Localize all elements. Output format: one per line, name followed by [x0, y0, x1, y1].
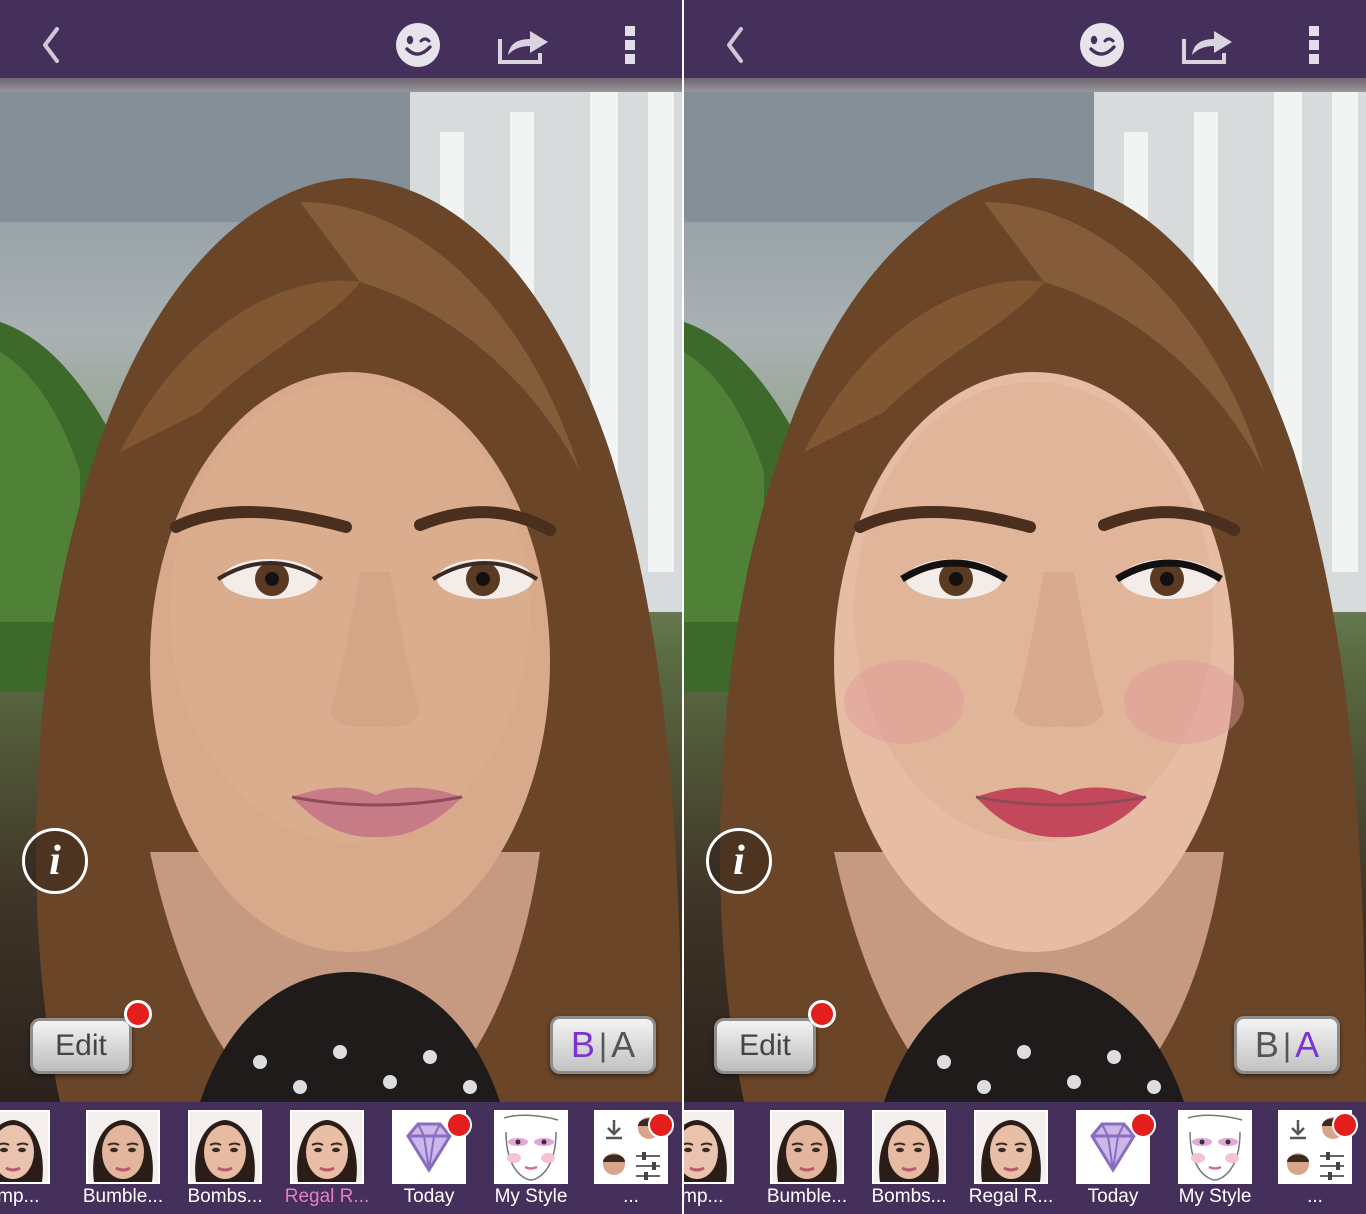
before-after-separator: | [1282, 1026, 1292, 1063]
look-thumbnail[interactable]: Bumble... [767, 1110, 847, 1212]
after-panel: i Edit B | A amp... Bumble... Bombs... R… [684, 0, 1366, 1214]
info-button[interactable]: i [22, 828, 88, 894]
look-thumbnail[interactable]: Bombs... [188, 1110, 262, 1212]
share-icon[interactable] [496, 22, 554, 68]
look-thumbnail-label: amp... [0, 1186, 40, 1207]
top-bar-shadow [0, 78, 682, 92]
top-bar [0, 0, 682, 78]
look-preview-image [684, 1110, 734, 1184]
look-thumbnail-label: Regal R... [284, 1186, 370, 1207]
look-preview-image [770, 1110, 844, 1184]
before-label: B [570, 1024, 595, 1065]
look-thumbnail-label: Regal R... [968, 1186, 1054, 1207]
share-icon[interactable] [1180, 22, 1238, 68]
look-thumbnail-label: Today [1087, 1186, 1139, 1207]
info-icon: i [49, 838, 61, 884]
chevron-left-icon[interactable] [34, 22, 68, 68]
notification-dot [446, 1112, 472, 1138]
wink-face-icon[interactable] [1078, 22, 1126, 68]
edit-button-label: Edit [55, 1029, 107, 1062]
look-preview-image [188, 1110, 262, 1184]
look-thumbnail[interactable]: amp... [0, 1110, 50, 1212]
look-thumbnail[interactable]: Regal R... [285, 1110, 369, 1212]
wink-face-icon[interactable] [394, 22, 442, 68]
look-preview-image [0, 1110, 50, 1184]
notification-dot [1332, 1112, 1358, 1138]
look-thumbnail-label: Bombs... [187, 1186, 263, 1207]
edit-notification-dot [808, 1000, 836, 1028]
edit-button[interactable]: Edit [30, 1018, 132, 1074]
edit-button[interactable]: Edit [714, 1018, 816, 1074]
look-thumbnail[interactable]: amp... [684, 1110, 734, 1212]
before-after-separator: | [598, 1026, 608, 1063]
before-after-toggle[interactable]: B | A [1234, 1016, 1340, 1074]
look-thumbnail[interactable]: My Style [1178, 1110, 1252, 1212]
portrait-photo [684, 92, 1366, 1102]
look-thumbnail-label: Bumble... [766, 1186, 848, 1207]
before-after-toggle[interactable]: B | A [550, 1016, 656, 1074]
look-preview-image [86, 1110, 160, 1184]
edit-button-label: Edit [739, 1029, 791, 1062]
notification-dot [648, 1112, 674, 1138]
more-vertical-icon[interactable] [1300, 22, 1328, 68]
chevron-left-icon[interactable] [718, 22, 752, 68]
face-sketch-icon [1178, 1110, 1252, 1184]
makeup-look-strip: amp... Bumble... Bombs... Regal R... Tod… [0, 1102, 682, 1214]
more-vertical-icon[interactable] [616, 22, 644, 68]
look-preview-image [290, 1110, 364, 1184]
look-thumbnail[interactable]: Bumble... [83, 1110, 163, 1212]
look-thumbnail-label: ... [623, 1186, 639, 1207]
look-thumbnail[interactable]: ... [594, 1110, 674, 1212]
look-thumbnail-label: My Style [1178, 1186, 1252, 1207]
look-thumbnail-label: My Style [494, 1186, 568, 1207]
info-icon: i [733, 838, 745, 884]
look-thumbnail[interactable]: Today [1076, 1110, 1156, 1212]
top-bar-shadow [684, 78, 1366, 92]
face-sketch-icon [494, 1110, 568, 1184]
before-panel: i Edit B | A amp... Bumble... Bombs... R… [0, 0, 682, 1214]
look-thumbnail[interactable]: My Style [494, 1110, 568, 1212]
notification-dot [1130, 1112, 1156, 1138]
look-thumbnail-label: Today [403, 1186, 455, 1207]
makeup-look-strip: amp... Bumble... Bombs... Regal R... Tod… [684, 1102, 1366, 1214]
look-preview-image [974, 1110, 1048, 1184]
after-label: A [611, 1024, 636, 1065]
edit-notification-dot [124, 1000, 152, 1028]
look-thumbnail-label: ... [1307, 1186, 1323, 1207]
look-thumbnail[interactable]: Bombs... [872, 1110, 946, 1212]
top-bar [684, 0, 1366, 78]
portrait-photo [0, 92, 682, 1102]
after-label: A [1295, 1024, 1320, 1065]
look-thumbnail-label: amp... [684, 1186, 724, 1207]
look-thumbnail-label: Bombs... [871, 1186, 947, 1207]
look-thumbnail-label: Bumble... [82, 1186, 164, 1207]
look-preview-image [872, 1110, 946, 1184]
look-thumbnail[interactable]: Today [392, 1110, 472, 1212]
look-thumbnail[interactable]: ... [1278, 1110, 1358, 1212]
look-thumbnail[interactable]: Regal R... [969, 1110, 1053, 1212]
before-label: B [1254, 1024, 1279, 1065]
info-button[interactable]: i [706, 828, 772, 894]
